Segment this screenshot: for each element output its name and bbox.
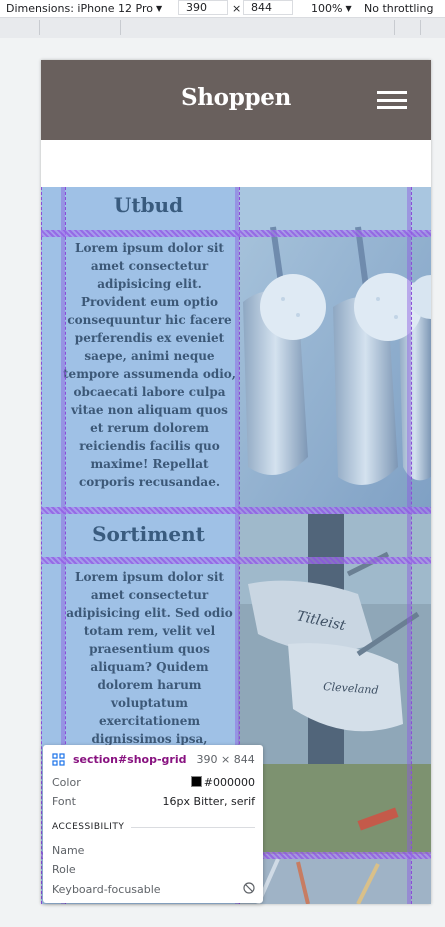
role-label: Role — [52, 863, 76, 876]
zoom-dropdown[interactable]: 100% ▼ — [311, 0, 352, 17]
throttling-dropdown[interactable]: No throttling — [364, 0, 433, 17]
section-text-utbud: Lorem ipsum dolor sit amet consectetur a… — [63, 241, 236, 489]
section-divider — [131, 826, 255, 828]
inspect-selector-id: #shop-grid — [117, 753, 187, 766]
chevron-down-icon: ▼ — [345, 4, 352, 13]
width-input[interactable]: 390 — [178, 0, 228, 15]
golf-tees-image — [238, 854, 431, 904]
keyboard-focusable-label: Keyboard-focusable — [52, 883, 161, 896]
grid-line — [411, 187, 412, 904]
dimension-separator: × — [232, 2, 242, 15]
site-header: Shoppen — [41, 60, 431, 140]
inspect-size: 390 × 844 — [196, 753, 255, 766]
device-dimensions-label: Dimensions: iPhone 12 Pro — [6, 2, 153, 15]
golf-clubs-image: Titleist Cleveland — [238, 514, 431, 854]
golf-tees-photo — [238, 854, 431, 904]
device-toolbar: Dimensions: iPhone 12 Pro ▼ 390 × 844 10… — [0, 0, 445, 18]
golf-clubs-photo: Titleist Cleveland — [238, 514, 431, 854]
section-text-sortiment: Lorem ipsum dolor sit amet consectetur a… — [66, 570, 233, 746]
site-brand[interactable]: Shoppen — [41, 84, 431, 111]
chevron-down-icon: ▼ — [155, 4, 163, 13]
blocked-icon — [243, 882, 255, 897]
inspect-tooltip: section #shop-grid 390 × 844 Color #0000… — [43, 745, 263, 903]
color-label: Color — [52, 776, 81, 789]
grid-gap-row — [41, 557, 431, 564]
color-swatch — [190, 776, 202, 787]
grid-line — [41, 187, 42, 904]
grid-gap-row — [41, 507, 431, 514]
color-value: #000000 — [203, 776, 255, 789]
grid-icon — [52, 753, 65, 766]
inspect-selector-tag: section — [73, 753, 118, 766]
font-value: 16px Bitter, serif — [162, 795, 255, 808]
font-label: Font — [52, 795, 76, 808]
section-heading-utbud: Utbud — [113, 193, 184, 217]
name-label: Name — [52, 844, 85, 857]
accessibility-title: ACCESSIBILITY — [52, 822, 125, 832]
hamburger-menu-icon[interactable] — [377, 91, 407, 109]
device-dimensions-dropdown[interactable]: Dimensions: iPhone 12 Pro ▼ — [6, 0, 162, 17]
grid-gap-row — [41, 230, 431, 237]
height-input[interactable]: 844 — [243, 0, 293, 15]
media-query-ruler — [0, 18, 445, 38]
section-heading-sortiment: Sortiment — [92, 522, 205, 546]
